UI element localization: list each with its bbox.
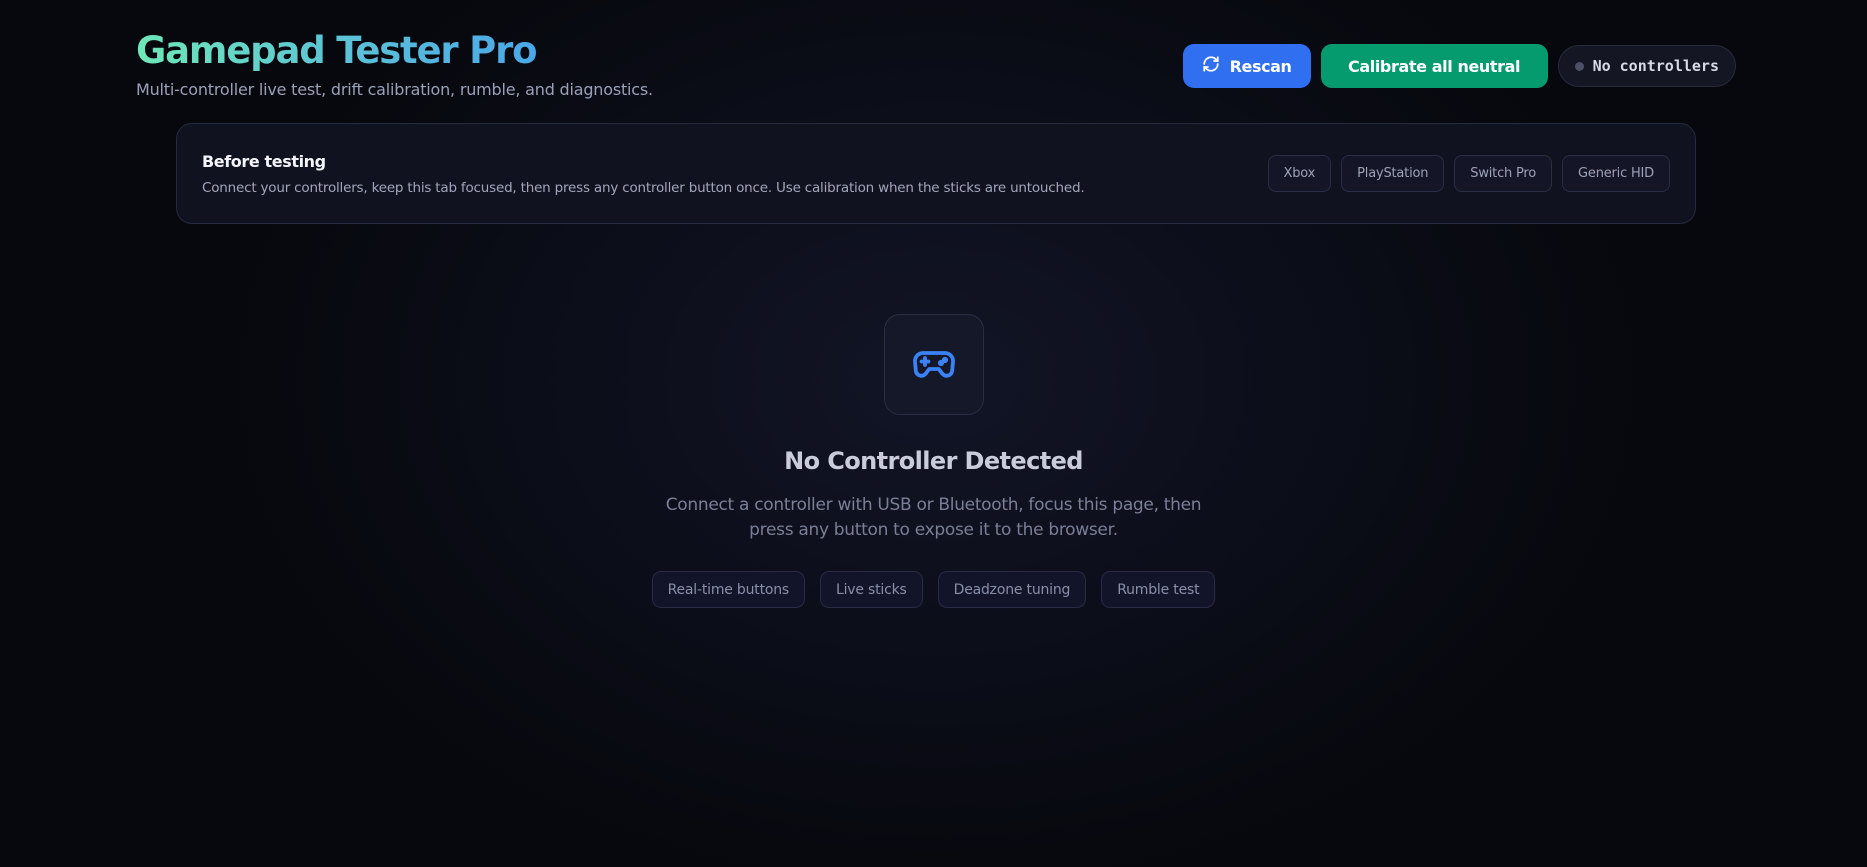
controller-status-badge: No controllers <box>1557 45 1736 87</box>
feature-chips: Real-time buttons Live sticks Deadzone t… <box>0 571 1867 608</box>
header-actions: Rescan Calibrate all neutral No controll… <box>1182 44 1736 88</box>
chip-real-time-buttons: Real-time buttons <box>651 571 805 608</box>
tag-switch-pro: Switch Pro <box>1454 155 1553 192</box>
calibrate-all-button[interactable]: Calibrate all neutral <box>1320 44 1548 88</box>
before-testing-panel: Before testing Connect your controllers,… <box>176 123 1696 224</box>
gamepad-icon <box>910 339 958 391</box>
tag-playstation: PlayStation <box>1341 155 1445 192</box>
rescan-button[interactable]: Rescan <box>1182 44 1311 88</box>
empty-title: No Controller Detected <box>784 447 1083 475</box>
empty-icon-container <box>883 314 984 415</box>
tag-generic-hid: Generic HID <box>1562 155 1670 192</box>
app-title: Gamepad Tester Pro <box>136 29 538 72</box>
empty-text: Connect a controller with USB or Bluetoo… <box>665 495 1202 540</box>
status-dot-icon <box>1574 61 1584 71</box>
chip-rumble-test: Rumble test <box>1101 571 1216 608</box>
supported-controllers: Xbox PlayStation Switch Pro Generic HID <box>1267 155 1670 192</box>
chip-deadzone-tuning: Deadzone tuning <box>937 571 1087 608</box>
status-text: No controllers <box>1592 57 1719 75</box>
refresh-icon <box>1202 55 1220 77</box>
notice-title: Before testing <box>202 152 326 171</box>
app-subtitle: Multi-controller live test, drift calibr… <box>136 80 653 99</box>
empty-state: No Controller Detected Connect a control… <box>0 314 1867 608</box>
rescan-label: Rescan <box>1229 56 1292 76</box>
calibrate-label: Calibrate all neutral <box>1348 56 1521 76</box>
chip-live-sticks: Live sticks <box>820 571 923 608</box>
page-header: Gamepad Tester Pro Multi-controller live… <box>136 28 1736 108</box>
tag-xbox: Xbox <box>1267 155 1332 192</box>
notice-text: Connect your controllers, keep this tab … <box>202 180 1085 196</box>
